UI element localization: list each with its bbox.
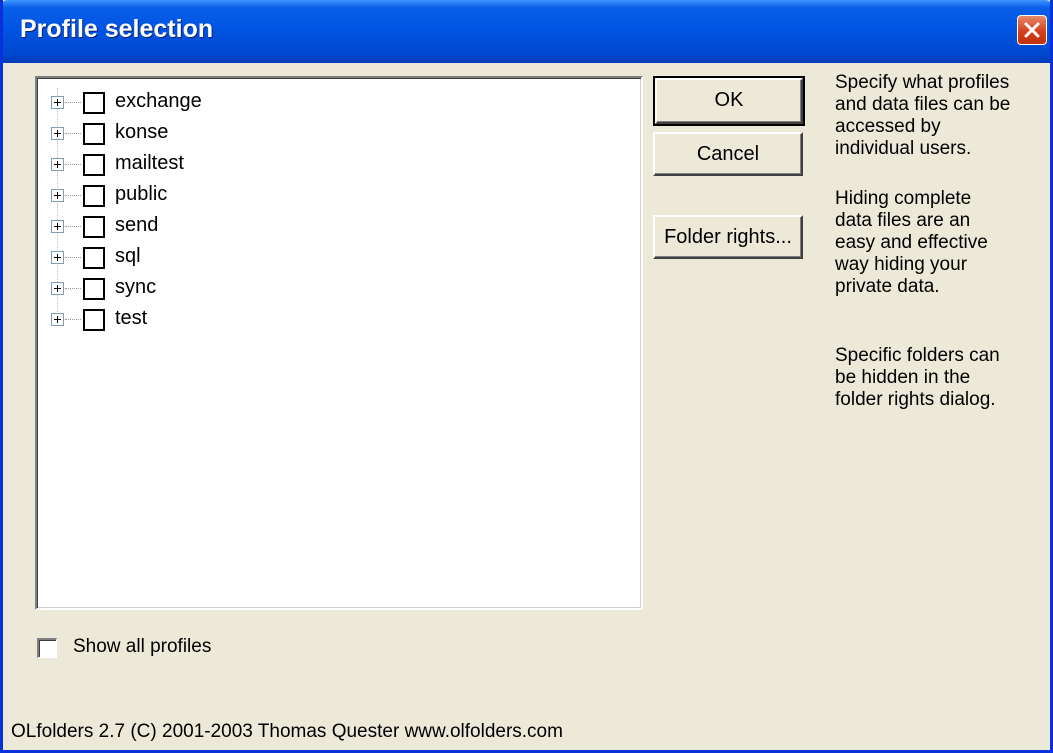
- expand-plus-icon[interactable]: [51, 158, 64, 171]
- tree-item[interactable]: send: [51, 212, 411, 242]
- help-line: data files are an: [835, 210, 971, 231]
- tree-connector: [65, 319, 81, 320]
- tree-connector: [65, 164, 81, 165]
- checkbox-box[interactable]: [37, 638, 57, 658]
- help-line: accessed by: [835, 116, 941, 137]
- help-line: Hiding complete: [835, 188, 972, 209]
- profile-label: mailtest: [115, 152, 184, 174]
- profile-checkbox[interactable]: [83, 185, 105, 207]
- help-line: individual users.: [835, 138, 972, 159]
- help-line: Specify what profiles: [835, 72, 1010, 93]
- expand-plus-icon[interactable]: [51, 189, 64, 202]
- profile-label: sql: [115, 245, 141, 267]
- tree-connector: [65, 288, 81, 289]
- help-line: easy and effective: [835, 232, 988, 253]
- help-text-folders: Specific folders can be hidden in the fo…: [835, 345, 1035, 411]
- help-line: Specific folders can: [835, 345, 1000, 366]
- tree-connector: [65, 133, 81, 134]
- ok-button[interactable]: OK: [653, 76, 805, 126]
- help-line: folder rights dialog.: [835, 389, 996, 410]
- tree-item[interactable]: konse: [51, 119, 411, 149]
- profile-checkbox[interactable]: [83, 123, 105, 145]
- help-line: way hiding your: [835, 254, 968, 275]
- help-line: and data files can be: [835, 94, 1011, 115]
- expand-plus-icon[interactable]: [51, 282, 64, 295]
- profile-label: sync: [115, 276, 157, 298]
- tree-item[interactable]: exchange: [51, 88, 411, 118]
- profile-checkbox[interactable]: [83, 92, 105, 114]
- tree-item[interactable]: sql: [51, 243, 411, 273]
- profile-selection-dialog: Profile selection exchange konse mailtes…: [0, 0, 1053, 753]
- help-line: be hidden in the: [835, 367, 971, 388]
- expand-plus-icon[interactable]: [51, 127, 64, 140]
- profile-label: test: [115, 307, 148, 329]
- profile-label: exchange: [115, 90, 202, 112]
- tree-connector: [65, 257, 81, 258]
- help-text-hiding: Hiding complete data files are an easy a…: [835, 188, 1035, 298]
- copyright-footer: OLfolders 2.7 (C) 2001-2003 Thomas Quest…: [11, 721, 563, 742]
- profile-checkbox[interactable]: [83, 247, 105, 269]
- dialog-title: Profile selection: [20, 15, 214, 43]
- close-button[interactable]: [1017, 15, 1047, 45]
- expand-plus-icon[interactable]: [51, 220, 64, 233]
- expand-plus-icon[interactable]: [51, 251, 64, 264]
- profile-label: send: [115, 214, 159, 236]
- expand-plus-icon[interactable]: [51, 96, 64, 109]
- tree-connector: [65, 195, 81, 196]
- help-line: private data.: [835, 276, 940, 297]
- profile-label: konse: [115, 121, 169, 143]
- show-all-profiles-label: Show all profiles: [73, 636, 212, 657]
- profile-tree[interactable]: exchange konse mailtest public send sql: [35, 76, 643, 610]
- profile-checkbox[interactable]: [83, 309, 105, 331]
- tree-connector: [65, 226, 81, 227]
- show-all-profiles-checkbox[interactable]: Show all profiles: [37, 636, 337, 662]
- tree-item[interactable]: test: [51, 305, 411, 335]
- help-text-profiles: Specify what profiles and data files can…: [835, 72, 1035, 160]
- tree-item[interactable]: mailtest: [51, 150, 411, 180]
- tree-item[interactable]: sync: [51, 274, 411, 304]
- close-icon: [1024, 22, 1040, 38]
- title-bar[interactable]: Profile selection: [3, 0, 1050, 63]
- profile-checkbox[interactable]: [83, 278, 105, 300]
- tree-connector: [65, 102, 81, 103]
- cancel-button[interactable]: Cancel: [653, 132, 803, 176]
- expand-plus-icon[interactable]: [51, 313, 64, 326]
- profile-label: public: [115, 183, 168, 205]
- tree-item[interactable]: public: [51, 181, 411, 211]
- profile-checkbox[interactable]: [83, 216, 105, 238]
- profile-checkbox[interactable]: [83, 154, 105, 176]
- folder-rights-button[interactable]: Folder rights...: [653, 215, 803, 259]
